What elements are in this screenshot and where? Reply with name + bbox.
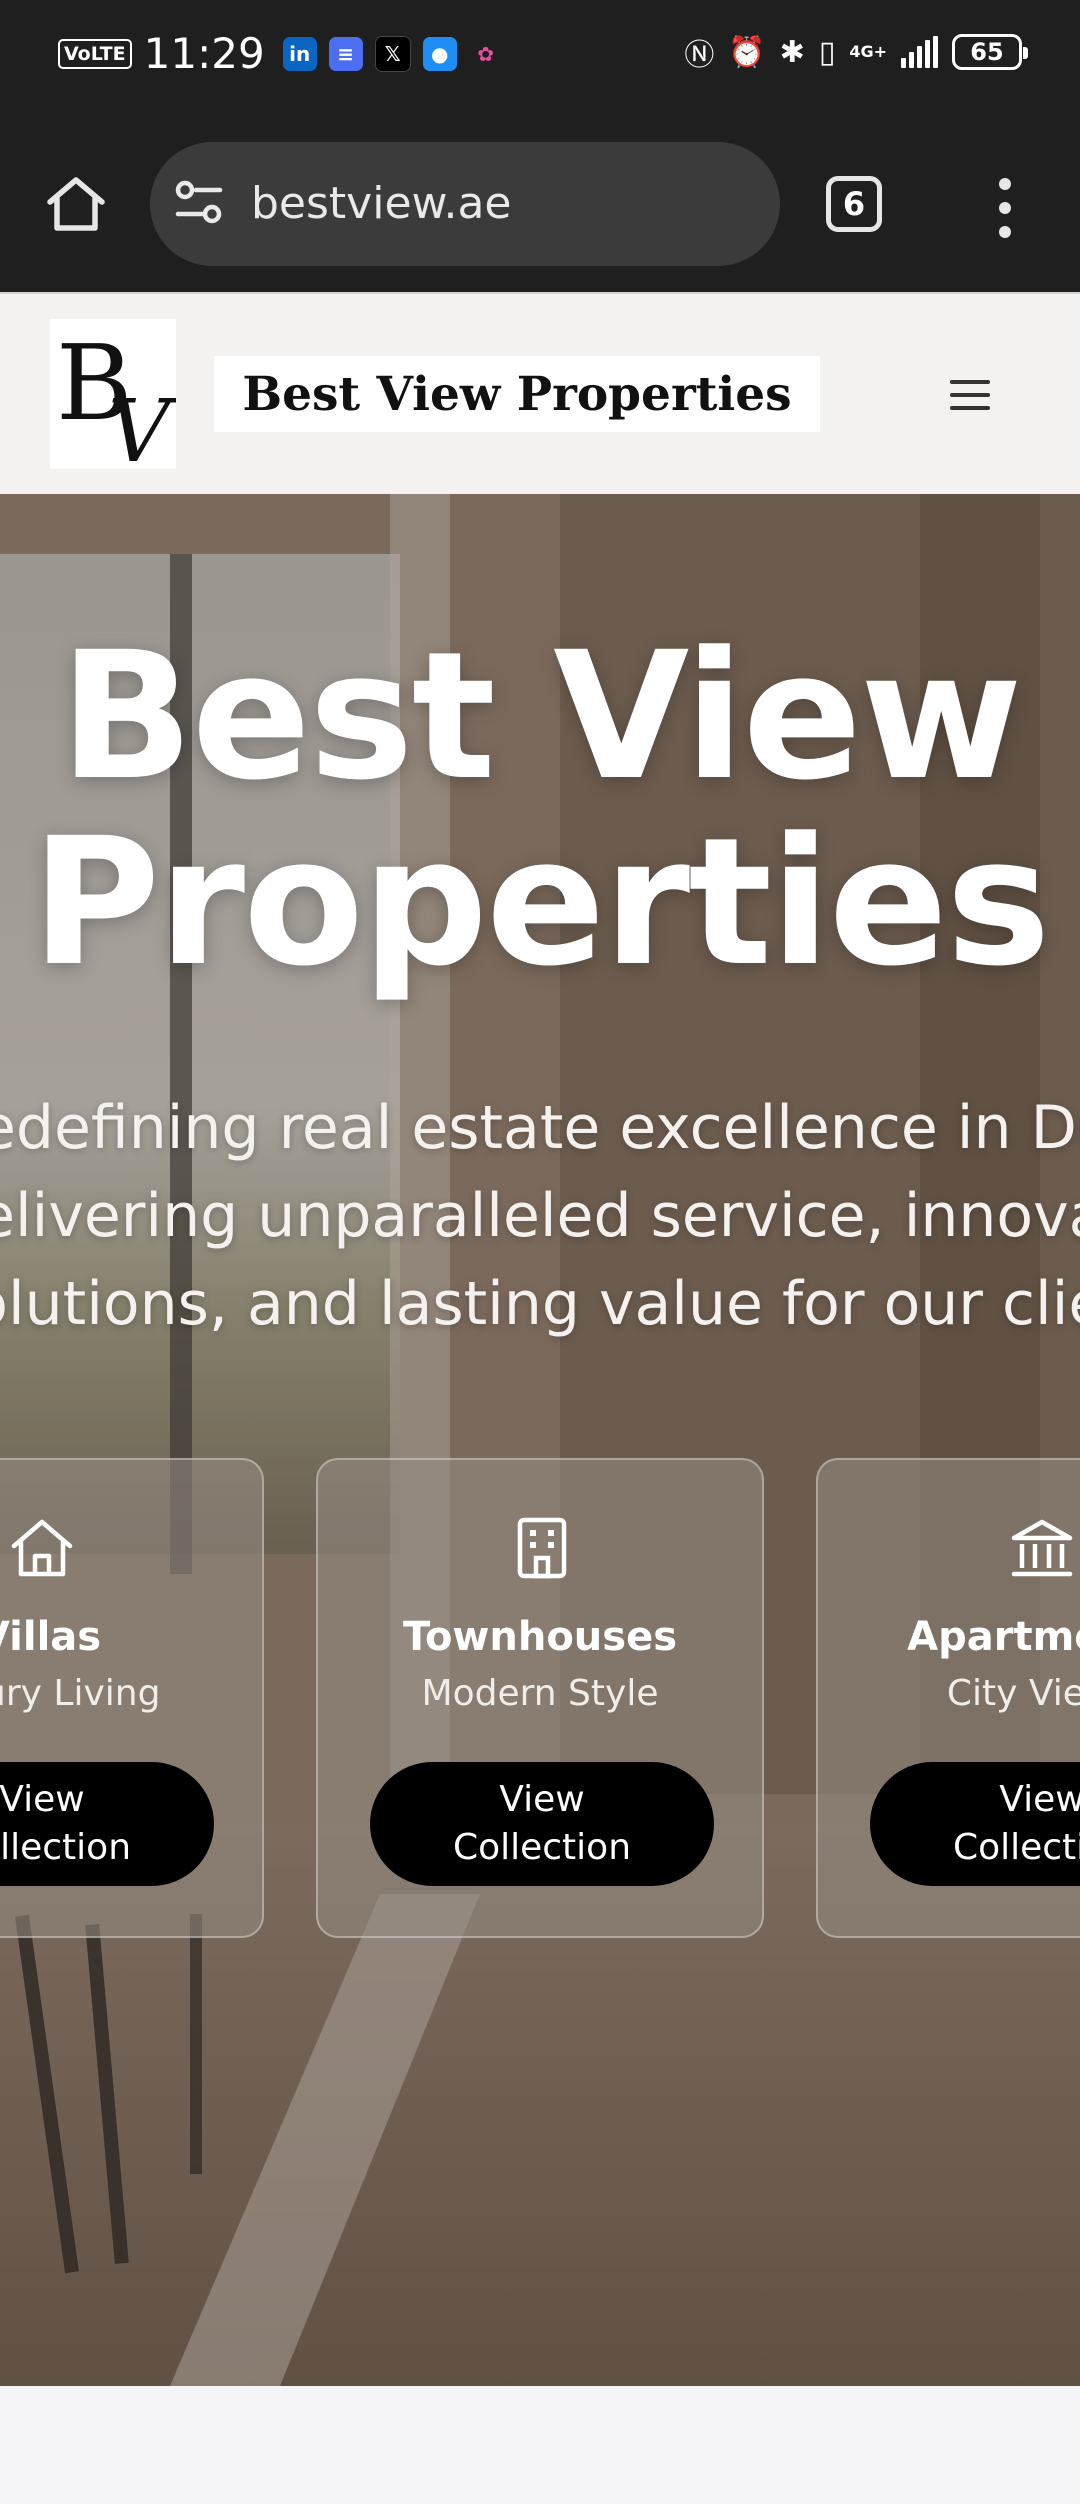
hero-section: Best View Properties Redefining real est… <box>0 494 1080 2386</box>
volte-indicator: VoLTE <box>58 39 132 69</box>
tab-switcher-button[interactable]: 6 <box>826 176 882 232</box>
vibrate-icon: ▯ <box>818 34 836 70</box>
status-bar: VoLTE 11:29 in ≡ 𝕏 ● ✿ Ⓝ ⏰ ✱ ▯ 4G+ 65 <box>0 0 1080 108</box>
photos-icon: ✿ <box>477 42 495 66</box>
card-subtitle: Luxury Living <box>0 1673 161 1714</box>
property-card-villas: Villas Luxury Living View Collection <box>0 1458 264 1938</box>
svg-text:V: V <box>108 382 176 469</box>
browser-toolbar: bestview.ae 6 <box>0 108 1080 292</box>
building-icon <box>517 1517 567 1579</box>
house-icon <box>11 1519 73 1577</box>
view-collection-button[interactable]: View Collection <box>370 1762 714 1886</box>
bluetooth-icon: ✱ <box>779 34 805 70</box>
card-title: Townhouses <box>402 1614 678 1660</box>
status-time: 11:29 <box>143 29 265 78</box>
card-title: Villas <box>0 1614 102 1660</box>
hero-subtitle-line: delivering unparalleled service, innovat… <box>0 1181 1080 1251</box>
hamburger-menu-icon[interactable] <box>950 380 990 410</box>
alarm-icon: ⏰ <box>728 34 766 70</box>
tasks-icon: ≡ <box>328 37 363 71</box>
hero-subtitle: Redefining real estate excellence in Dub… <box>0 1084 1080 1348</box>
x-icon: 𝕏 <box>374 36 411 72</box>
home-icon[interactable] <box>40 168 112 240</box>
page-bottom-area <box>0 2386 1080 2504</box>
property-card-apartments: Apartments City Views View Collection <box>816 1458 1080 1938</box>
view-collection-button[interactable]: View Collection <box>0 1762 214 1886</box>
bank-icon <box>1011 1519 1073 1577</box>
hero-title: Best View Properties <box>31 614 1050 1005</box>
battery-indicator: 65 <box>952 34 1028 70</box>
card-title: Apartments <box>907 1614 1080 1660</box>
more-options-icon[interactable] <box>990 178 1020 238</box>
signal-icon <box>901 36 938 68</box>
chat-icon: ● <box>422 37 457 71</box>
property-card-townhouses: Townhouses Modern Style View Collection <box>316 1458 764 1938</box>
address-bar[interactable]: bestview.ae <box>150 142 780 266</box>
nfc-icon: Ⓝ <box>684 38 715 73</box>
brand-name[interactable]: Best View Properties <box>214 356 820 432</box>
hero-subtitle-line: solutions, and lasting value for our cli… <box>0 1269 1080 1339</box>
card-subtitle: Modern Style <box>421 1673 659 1714</box>
network-type: 4G+ <box>849 42 887 61</box>
site-settings-icon[interactable] <box>174 180 224 226</box>
view-collection-button[interactable]: View Collection <box>870 1762 1080 1886</box>
brand-logo[interactable]: B V <box>50 319 178 482</box>
bv-logo-mark: B V <box>56 322 178 482</box>
hero-subtitle-line: Redefining real estate excellence in Dub… <box>0 1093 1080 1163</box>
site-header: B V Best View Properties <box>0 292 1080 494</box>
linkedin-icon: in <box>282 37 317 71</box>
card-subtitle: City Views <box>946 1673 1080 1714</box>
url-text[interactable]: bestview.ae <box>251 176 511 232</box>
